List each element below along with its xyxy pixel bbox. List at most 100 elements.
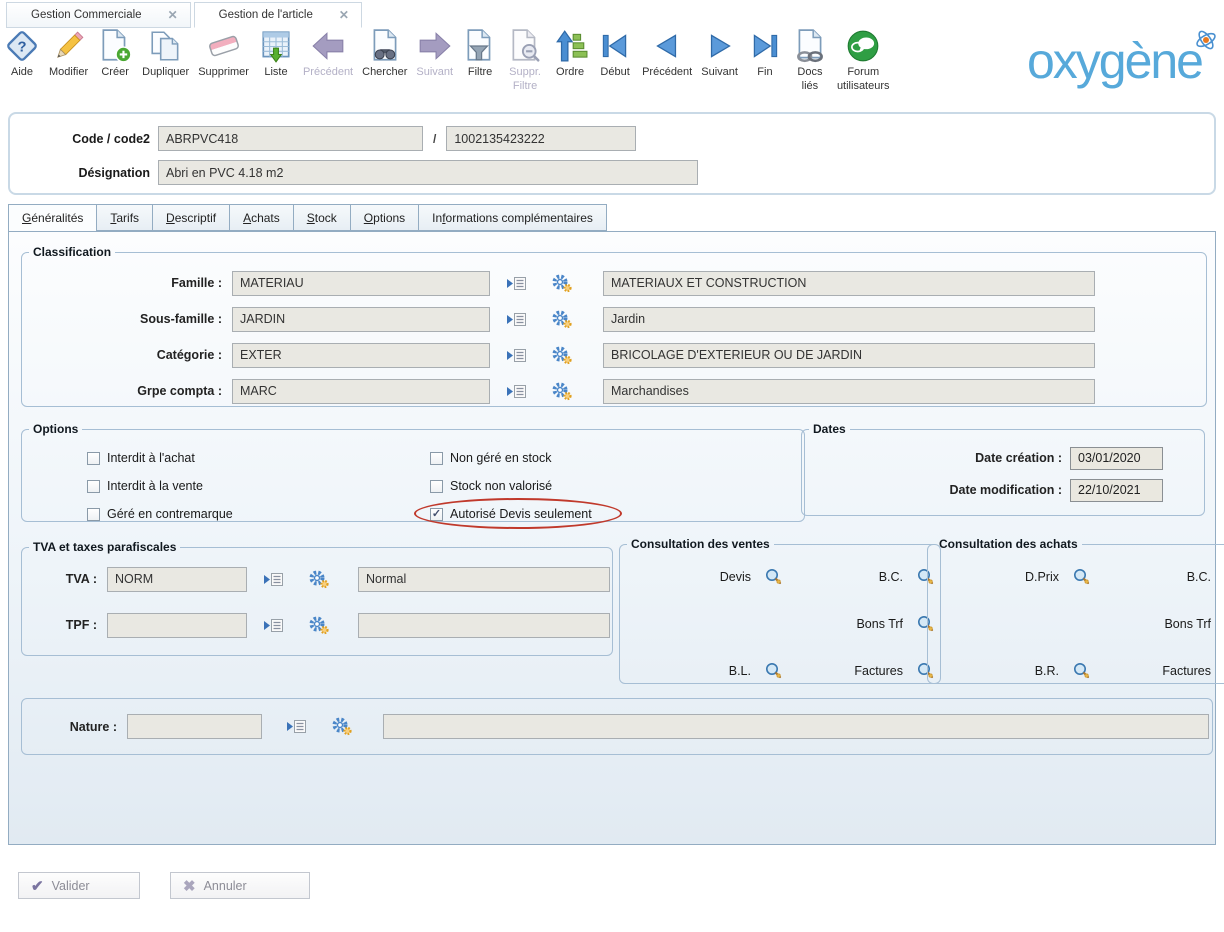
toolbar-modifier-button[interactable]: Modifier xyxy=(49,28,88,78)
list-select-icon[interactable] xyxy=(263,572,284,587)
checkbox-box-checked[interactable]: ✓ xyxy=(430,508,443,521)
categorie-code-field[interactable] xyxy=(232,343,490,368)
achats-bons-trf: Bons Trf xyxy=(1096,600,1224,647)
nature-description-field[interactable] xyxy=(383,714,1209,739)
checkbox-non-gere-stock[interactable]: Non géré en stock xyxy=(430,444,592,472)
tpf-description-field[interactable] xyxy=(358,613,610,638)
nature-code-field[interactable] xyxy=(127,714,262,739)
toolbar-precedent-nav-button[interactable]: Précédent xyxy=(642,28,692,78)
categorie-description-field[interactable] xyxy=(603,343,1095,368)
toolbar-dupliquer-button[interactable]: Dupliquer xyxy=(142,28,189,78)
list-select-icon[interactable] xyxy=(286,719,307,734)
checkbox-box[interactable] xyxy=(87,508,100,521)
consultation-ventes-legend: Consultation des ventes xyxy=(627,537,774,551)
checkbox-autorise-devis-seulement[interactable]: ✓ Autorisé Devis seulement xyxy=(430,500,592,528)
close-icon[interactable]: ✕ xyxy=(339,8,349,22)
remove-filter-icon xyxy=(507,28,543,64)
gear-icon[interactable] xyxy=(551,274,573,293)
checkbox-box[interactable] xyxy=(87,452,100,465)
date-creation-field[interactable] xyxy=(1070,447,1163,470)
code2-field[interactable] xyxy=(446,126,636,151)
last-record-icon xyxy=(747,28,783,64)
checkbox-box[interactable] xyxy=(430,452,443,465)
valider-button[interactable]: ✔ Valider xyxy=(18,872,140,899)
toolbar-supprimer-button[interactable]: Supprimer xyxy=(198,28,249,78)
annuler-label: Annuler xyxy=(204,879,247,893)
nature-label: Nature : xyxy=(22,720,127,734)
tpf-label: TPF : xyxy=(22,618,107,632)
new-document-icon xyxy=(97,28,133,64)
gear-icon[interactable] xyxy=(308,570,330,589)
magnifier-icon[interactable] xyxy=(765,662,782,679)
gear-icon[interactable] xyxy=(331,717,353,736)
list-table-icon xyxy=(258,28,294,64)
window-tab-gestion-article[interactable]: Gestion de l'article ✕ xyxy=(194,2,362,28)
options-legend: Options xyxy=(29,422,82,436)
checkbox-box[interactable] xyxy=(87,480,100,493)
tva-code-field[interactable] xyxy=(107,567,247,592)
list-select-icon[interactable] xyxy=(506,312,527,327)
annuler-button[interactable]: ✖ Annuler xyxy=(170,872,310,899)
designation-field[interactable] xyxy=(158,160,698,185)
gear-icon[interactable] xyxy=(551,382,573,401)
list-select-icon[interactable] xyxy=(506,384,527,399)
magnifier-icon[interactable] xyxy=(1073,662,1090,679)
toolbar-precedent-record-button[interactable]: Précédent xyxy=(303,28,353,78)
toolbar-aide-button[interactable]: ? Aide xyxy=(4,28,40,78)
toolbar-docs-lies-button[interactable]: Docs liés xyxy=(792,28,828,92)
achats-factures: Factures xyxy=(1096,647,1224,694)
famille-code-field[interactable] xyxy=(232,271,490,296)
tab-generalites[interactable]: Généralités xyxy=(8,204,97,232)
gear-icon[interactable] xyxy=(551,310,573,329)
tab-options[interactable]: Options xyxy=(350,204,418,231)
grpe-compta-code-field[interactable] xyxy=(232,379,490,404)
date-creation-row: Date création : xyxy=(802,442,1204,474)
toolbar-suivant-nav-button[interactable]: Suivant xyxy=(701,28,738,78)
grpe-compta-description-field[interactable] xyxy=(603,379,1095,404)
checkbox-interdit-achat[interactable]: Interdit à l'achat xyxy=(87,444,417,472)
dates-legend: Dates xyxy=(809,422,850,436)
checkbox-box[interactable] xyxy=(430,480,443,493)
achats-dprix: D.Prix xyxy=(964,553,1096,600)
tpf-code-field[interactable] xyxy=(107,613,247,638)
toolbar-ordre-button[interactable]: Ordre xyxy=(552,28,588,78)
list-select-icon[interactable] xyxy=(263,618,284,633)
tab-tarifs[interactable]: Tarifs xyxy=(97,204,152,231)
toolbar-filtre-button[interactable]: Filtre xyxy=(462,28,498,78)
tab-descriptif[interactable]: Descriptif xyxy=(152,204,229,231)
code-field[interactable] xyxy=(158,126,423,151)
sous-famille-code-field[interactable] xyxy=(232,307,490,332)
tab-achats[interactable]: Achats xyxy=(229,204,293,231)
gear-icon[interactable] xyxy=(308,616,330,635)
toolbar-chercher-button[interactable]: Chercher xyxy=(362,28,407,78)
cross-icon: ✖ xyxy=(183,877,196,895)
toolbar-suivant-record-button[interactable]: Suivant xyxy=(416,28,453,78)
toolbar-liste-button[interactable]: Liste xyxy=(258,28,294,78)
toolbar-fin-button[interactable]: Fin xyxy=(747,28,783,78)
list-select-icon[interactable] xyxy=(506,348,527,363)
checkbox-gere-contremarque[interactable]: Géré en contremarque xyxy=(87,500,417,528)
sous-famille-description-field[interactable] xyxy=(603,307,1095,332)
close-icon[interactable]: ✕ xyxy=(168,8,178,22)
magnifier-icon[interactable] xyxy=(765,568,782,585)
magnifier-icon[interactable] xyxy=(1073,568,1090,585)
checkbox-stock-non-valorise[interactable]: Stock non valorisé xyxy=(430,472,592,500)
toolbar-creer-button[interactable]: Créer xyxy=(97,28,133,78)
famille-description-field[interactable] xyxy=(603,271,1095,296)
checkbox-interdit-vente[interactable]: Interdit à la vente xyxy=(87,472,417,500)
toolbar: ? Aide Modifier Créer Dupliqu xyxy=(4,28,890,92)
list-select-icon[interactable] xyxy=(506,276,527,291)
date-modification-field[interactable] xyxy=(1070,479,1163,502)
tva-row: TVA : xyxy=(22,556,612,602)
gear-icon[interactable] xyxy=(551,346,573,365)
tva-legend: TVA et taxes parafiscales xyxy=(29,540,180,554)
tab-stock[interactable]: Stock xyxy=(293,204,350,231)
achats-bc: B.C. xyxy=(1096,553,1224,600)
toolbar-debut-button[interactable]: Début xyxy=(597,28,633,78)
tva-description-field[interactable] xyxy=(358,567,610,592)
pencil-icon xyxy=(51,28,87,64)
toolbar-suppr-filtre-button[interactable]: Suppr. Filtre xyxy=(507,28,543,92)
toolbar-forum-button[interactable]: Forum utilisateurs xyxy=(837,28,890,92)
window-tab-gestion-commerciale[interactable]: Gestion Commerciale ✕ xyxy=(6,2,191,28)
tab-informations-complementaires[interactable]: Informations complémentaires xyxy=(418,204,607,231)
